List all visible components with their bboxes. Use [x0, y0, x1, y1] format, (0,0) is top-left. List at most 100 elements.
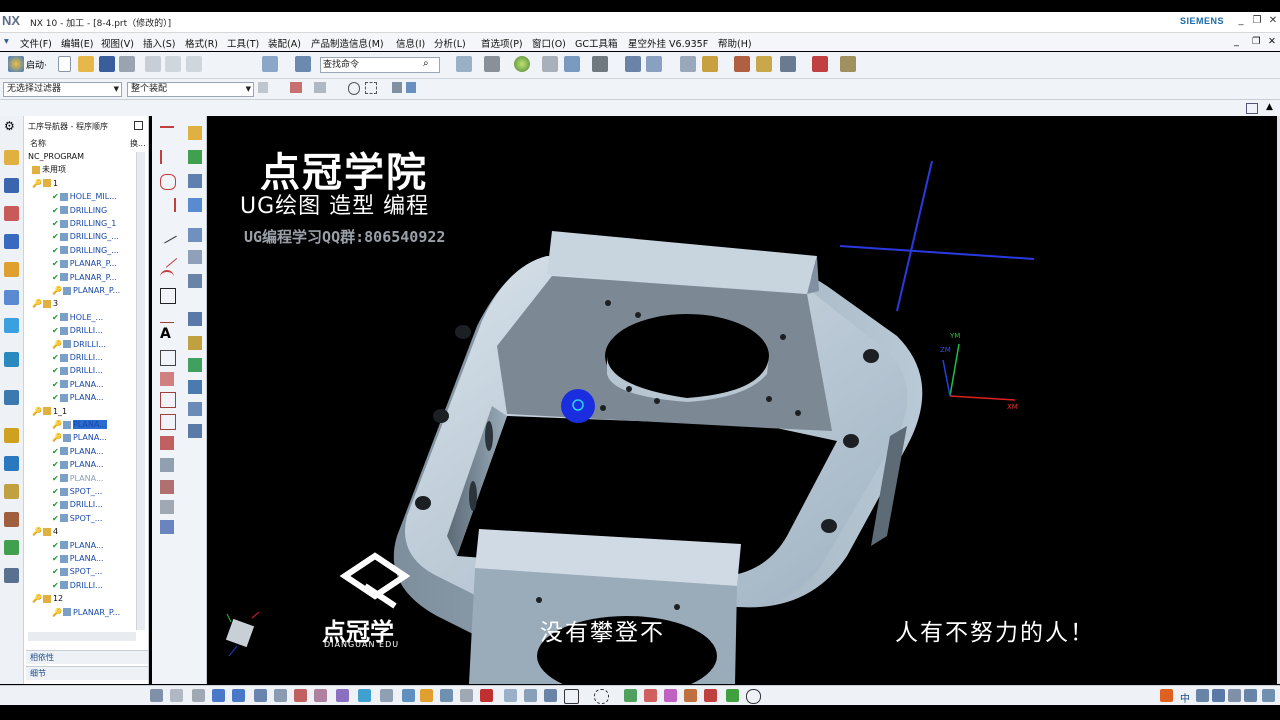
- tree-program-row[interactable]: 🔑 12: [26, 592, 142, 605]
- ime-language-label[interactable]: 中: [1180, 690, 1190, 705]
- cut-icon[interactable]: [145, 56, 161, 72]
- solid-icon[interactable]: [406, 82, 416, 93]
- close-icon[interactable]: ✕: [1266, 14, 1280, 28]
- line-icon[interactable]: [160, 150, 176, 164]
- ime-moon-icon[interactable]: [1196, 689, 1209, 702]
- dependencies-panel[interactable]: 相依性: [26, 650, 148, 664]
- gear-icon[interactable]: ⚙: [4, 119, 19, 134]
- shaded-icon[interactable]: [514, 56, 530, 72]
- xform-icon[interactable]: [624, 689, 637, 702]
- spline-icon[interactable]: [160, 198, 176, 212]
- rectangle-icon[interactable]: [160, 288, 176, 304]
- straight-line-icon[interactable]: [156, 247, 178, 268]
- tree-program-row[interactable]: 🔑 4: [26, 525, 142, 538]
- project-curve-icon[interactable]: [160, 414, 176, 430]
- shop-report-icon[interactable]: [402, 689, 415, 702]
- operation-navigator-icon[interactable]: [4, 234, 19, 249]
- menu-info[interactable]: 信息(I): [396, 36, 425, 50]
- command-search-input[interactable]: 查找命令: [320, 57, 440, 73]
- create-program-icon[interactable]: [188, 126, 202, 140]
- tree-program-row[interactable]: 🔑 1_1: [26, 405, 142, 418]
- feature-icon[interactable]: [440, 689, 453, 702]
- create-geometry-icon[interactable]: [188, 174, 202, 188]
- snap-point-icon[interactable]: [812, 56, 828, 72]
- layer-settings-icon[interactable]: [680, 56, 696, 72]
- marker-icon[interactable]: [664, 689, 677, 702]
- edit-object-icon[interactable]: [188, 250, 202, 264]
- menu-preferences[interactable]: 首选项(P): [481, 36, 523, 50]
- system-materials-icon[interactable]: [4, 428, 19, 443]
- reuse-library-icon[interactable]: [4, 290, 19, 305]
- assembly-scope-select[interactable]: 整个装配 ▼: [127, 82, 254, 97]
- menu-pmi[interactable]: 产品制造信息(M): [311, 36, 384, 50]
- point-icon[interactable]: [314, 82, 326, 93]
- grid-icon[interactable]: [644, 689, 657, 702]
- save-icon[interactable]: [99, 56, 115, 72]
- tree-root-row[interactable]: 未用项: [26, 163, 142, 176]
- list-icon[interactable]: [274, 689, 287, 702]
- part-navigator-icon[interactable]: [4, 206, 19, 221]
- menu-insert[interactable]: 插入(S): [143, 36, 175, 50]
- menu-edit[interactable]: 编辑(E): [61, 36, 93, 50]
- rectangle-select-icon[interactable]: [564, 689, 579, 704]
- shop-doc-icon[interactable]: [188, 358, 202, 372]
- paste-icon[interactable]: [186, 56, 202, 72]
- delete-path-icon[interactable]: [192, 689, 205, 702]
- flag-icon[interactable]: [726, 689, 739, 702]
- column-name[interactable]: 名称: [30, 138, 46, 149]
- menu-format[interactable]: 格式(R): [185, 36, 218, 50]
- intersect-curve-icon[interactable]: [160, 436, 174, 450]
- blank-icon[interactable]: [504, 689, 517, 702]
- hd3d-icon[interactable]: [4, 318, 19, 333]
- start-icon[interactable]: [8, 56, 24, 72]
- ime-user-icon[interactable]: [1244, 689, 1257, 702]
- menu-gc-toolbox[interactable]: GC工具箱: [575, 36, 618, 50]
- navigator-pin-icon[interactable]: [134, 121, 143, 130]
- minimize-icon[interactable]: _: [1234, 14, 1248, 28]
- assembly-navigator-icon[interactable]: [4, 150, 19, 165]
- snap-icon[interactable]: [290, 82, 302, 93]
- tree-program-row[interactable]: 🔑 1: [26, 177, 142, 190]
- panel-icon[interactable]: [1246, 103, 1258, 114]
- view-orient-icon[interactable]: [542, 56, 558, 72]
- scroll-up-icon[interactable]: ▲: [1266, 102, 1273, 112]
- tool-icon[interactable]: [684, 689, 697, 702]
- offset-curve-icon[interactable]: [160, 372, 174, 386]
- bridge-curve-icon[interactable]: [160, 392, 176, 408]
- doc-minimize-icon[interactable]: _: [1234, 36, 1239, 47]
- layer-filter-icon[interactable]: [392, 82, 402, 93]
- copy-icon[interactable]: [165, 56, 181, 72]
- transform-icon[interactable]: [188, 380, 202, 394]
- menu-plugin[interactable]: 星空外挂 V6.935F: [628, 36, 708, 50]
- section-curve-icon[interactable]: [160, 500, 174, 514]
- ime-punct-icon[interactable]: [1212, 689, 1225, 702]
- block-icon[interactable]: [480, 689, 493, 702]
- process-studio-icon[interactable]: [4, 456, 19, 471]
- start-button[interactable]: 启动·: [26, 58, 47, 71]
- details-panel[interactable]: 细节: [26, 666, 148, 680]
- verify-path-icon[interactable]: [188, 312, 202, 326]
- web-browser-icon[interactable]: [4, 352, 19, 367]
- machine-navigator-icon[interactable]: [4, 262, 19, 277]
- navigator-scrollbar[interactable]: [136, 152, 145, 630]
- restore-icon[interactable]: ❐: [1250, 14, 1264, 28]
- trim-curve-icon[interactable]: [160, 520, 174, 534]
- cube-icon[interactable]: [336, 689, 349, 702]
- batch-process-icon[interactable]: [188, 424, 202, 438]
- tree-root-row[interactable]: NC_PROGRAM: [26, 150, 138, 163]
- manufacturing-wizard-icon[interactable]: [4, 484, 19, 499]
- search-icon[interactable]: ⌕: [423, 58, 429, 69]
- cutter-icon[interactable]: [704, 689, 717, 702]
- arrow-right-icon[interactable]: [232, 689, 245, 702]
- select-mode-icon[interactable]: [258, 82, 268, 93]
- create-operation-icon[interactable]: [188, 228, 202, 242]
- constraint-navigator-icon[interactable]: [4, 178, 19, 193]
- pattern-icon[interactable]: [460, 689, 473, 702]
- collision-check-icon[interactable]: [314, 689, 327, 702]
- simulate-icon[interactable]: [358, 689, 371, 702]
- analysis-icon[interactable]: [756, 56, 772, 72]
- move-object-icon[interactable]: [262, 56, 278, 72]
- command-finder-icon[interactable]: [295, 56, 311, 72]
- box-select-icon[interactable]: [365, 82, 377, 94]
- menu-arrow-icon[interactable]: ▾: [4, 36, 9, 47]
